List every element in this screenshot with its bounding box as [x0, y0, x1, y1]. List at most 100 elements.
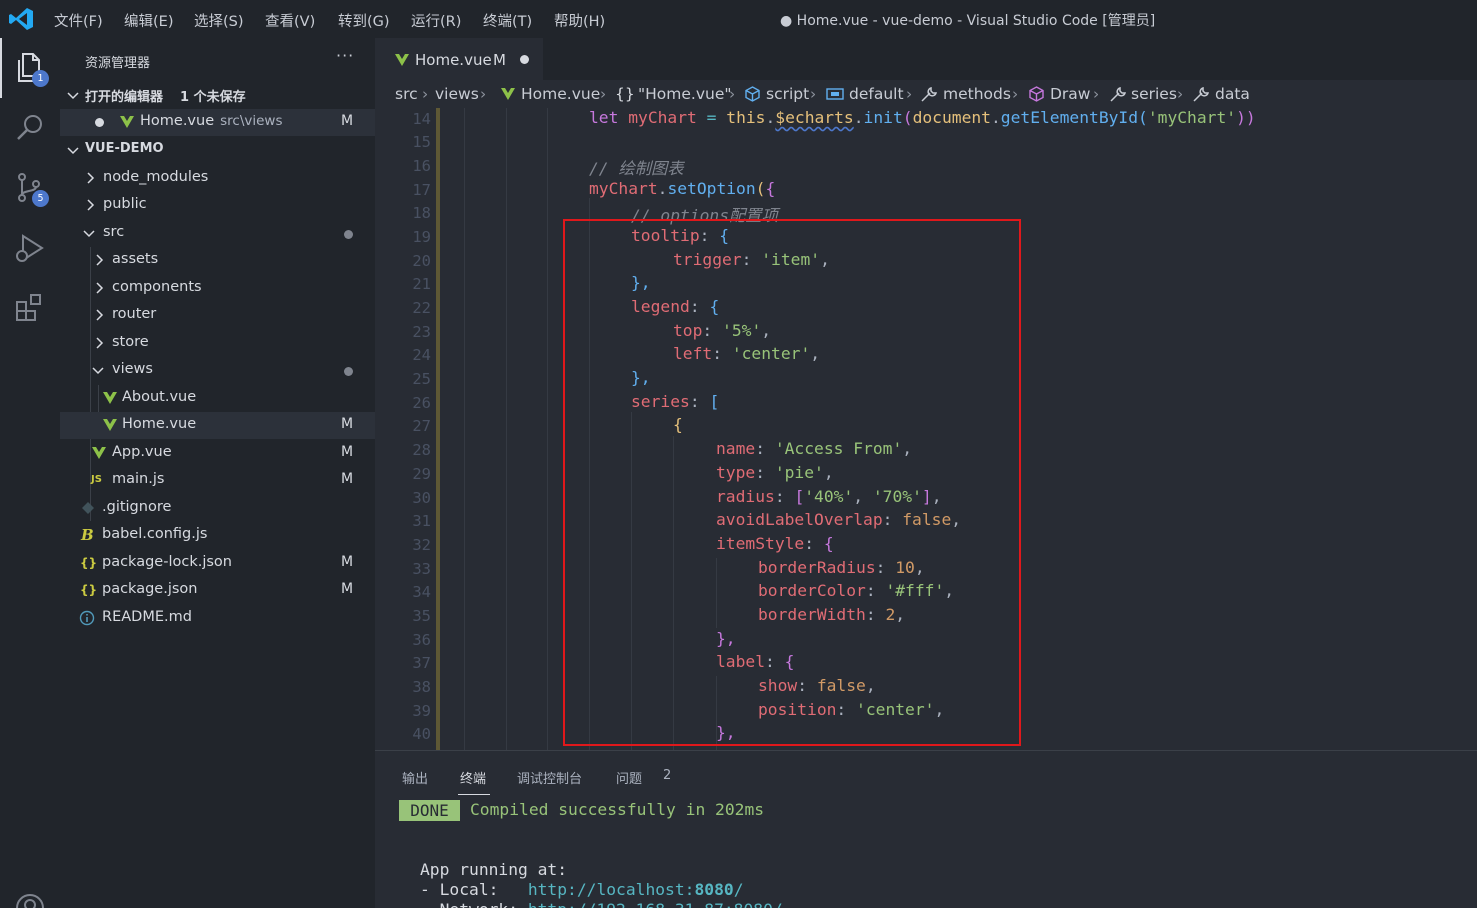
wrench-icon [921, 86, 938, 102]
tree-label: Home.vue [122, 416, 197, 432]
indent-guide [506, 108, 507, 750]
tree-folder-views[interactable]: views [60, 357, 375, 384]
tree-label: babel.config.js [102, 526, 208, 542]
local-port[interactable]: 8080 [694, 880, 733, 899]
project-header: VUE-DEMO [85, 141, 164, 156]
chevron-right-icon [96, 337, 104, 349]
menu-help[interactable]: 帮助(H) [554, 10, 605, 31]
activity-search[interactable] [0, 98, 60, 158]
tree-folder-public[interactable]: public [60, 192, 375, 219]
cube-icon [1029, 86, 1044, 102]
tree-file-gitignore[interactable]: .gitignore [60, 495, 375, 522]
activity-run-debug[interactable] [0, 218, 60, 278]
chevron-right-icon: › [906, 85, 913, 103]
network-label: - Network: [420, 900, 528, 908]
breadcrumb-default[interactable]: default [849, 85, 904, 103]
breadcrumb-draw[interactable]: Draw [1050, 85, 1090, 103]
breadcrumb-methods[interactable]: methods [943, 85, 1011, 103]
code-line-17: myChart.setOption({ [589, 179, 776, 198]
line-number: 19 [412, 228, 431, 246]
activity-explorer[interactable]: 1 [0, 38, 60, 98]
activity-extensions[interactable] [0, 278, 60, 338]
modified-marker: M [341, 581, 354, 597]
project-section[interactable]: VUE-DEMO [60, 137, 375, 164]
unsaved-dot-icon[interactable] [520, 55, 529, 64]
menu-go[interactable]: 转到(G) [338, 10, 390, 31]
network-url[interactable]: http://192.168.31.87:8080/ [528, 900, 783, 908]
panel-tab-debug-console[interactable]: 调试控制台 [517, 768, 582, 787]
tree-folder-node-modules[interactable]: node_modules [60, 165, 375, 192]
breadcrumb-module[interactable]: "Home.vue" [638, 85, 732, 103]
open-editor-item[interactable]: Home.vue src\views M [60, 109, 375, 136]
breadcrumb-script[interactable]: script [766, 85, 809, 103]
tree-file-main-js[interactable]: JS main.js M [60, 467, 375, 494]
line-number: 37 [412, 654, 431, 672]
vscode-logo-icon [9, 8, 33, 30]
tree-file-readme[interactable]: README.md [60, 605, 375, 632]
menu-selection[interactable]: 选择(S) [194, 10, 244, 31]
run-debug-icon [16, 234, 44, 262]
chevron-down-icon [67, 147, 79, 155]
local-url[interactable]: http://localhost: [528, 880, 695, 899]
activity-accounts[interactable] [0, 878, 60, 908]
tree-file-about-vue[interactable]: About.vue [60, 385, 375, 412]
breadcrumb-views[interactable]: views [435, 85, 479, 103]
code-line-40: }, [716, 723, 736, 742]
modified-dot-icon [344, 230, 353, 239]
modified-marker: M [341, 471, 354, 487]
tab-modified-marker: M [493, 51, 506, 69]
explorer-title: 资源管理器 [85, 56, 151, 71]
panel-tab-output[interactable]: 输出 [402, 768, 428, 787]
chevron-right-icon [87, 172, 95, 184]
line-number: 30 [412, 489, 431, 507]
chevron-right-icon [96, 254, 104, 266]
menu-file[interactable]: 文件(F) [54, 10, 103, 31]
more-actions-button[interactable]: ··· [336, 46, 354, 65]
tree-folder-assets[interactable]: assets [60, 247, 375, 274]
tree-folder-store[interactable]: store [60, 330, 375, 357]
code-line-27: { [673, 415, 683, 434]
explorer-sidebar: 资源管理器 ··· 打开的编辑器 1 个未保存 Home.vue src\view… [60, 38, 375, 908]
modified-dot-icon [344, 367, 353, 376]
activity-source-control[interactable]: 5 [0, 158, 60, 218]
breadcrumb-home-vue[interactable]: Home.vue [521, 85, 600, 103]
code-editor[interactable]: 14 15 16 17 18 19 20 21 22 23 24 25 26 2… [375, 108, 1477, 750]
line-number: 39 [412, 702, 431, 720]
tree-file-home-vue[interactable]: Home.vue M [60, 412, 375, 439]
modified-gutter-indicator [436, 108, 440, 750]
active-tab-indicator [458, 794, 490, 795]
tree-folder-src[interactable]: src [60, 220, 375, 247]
chevron-right-icon [96, 282, 104, 294]
line-number: 38 [412, 678, 431, 696]
chevron-right-icon: › [1093, 85, 1100, 103]
tree-folder-router[interactable]: router [60, 302, 375, 329]
tab-label: Home.vue [415, 51, 492, 69]
done-badge: DONE [399, 800, 460, 821]
tree-folder-components[interactable]: components [60, 275, 375, 302]
chevron-right-icon: › [1012, 85, 1019, 103]
breadcrumb-data[interactable]: data [1215, 85, 1250, 103]
open-editors-section[interactable]: 打开的编辑器 1 个未保存 [60, 82, 375, 109]
tab-home-vue[interactable]: Home.vue M [375, 38, 543, 80]
menu-view[interactable]: 查看(V) [265, 10, 315, 31]
breadcrumb-src[interactable]: src [395, 85, 418, 103]
babel-file-icon: B [81, 526, 94, 544]
tree-file-package-lock[interactable]: {} package-lock.json M [60, 550, 375, 577]
menu-edit[interactable]: 编辑(E) [124, 10, 173, 31]
panel-tab-problems[interactable]: 问题 [616, 768, 642, 787]
breadcrumb-series[interactable]: series [1131, 85, 1177, 103]
tree-file-app-vue[interactable]: App.vue M [60, 440, 375, 467]
code-comment: // options配置项 [631, 206, 778, 225]
menu-terminal[interactable]: 终端(T) [483, 10, 532, 31]
menu-run[interactable]: 运行(R) [411, 10, 461, 31]
tree-file-babel-config[interactable]: B babel.config.js [60, 522, 375, 549]
panel-tab-terminal[interactable]: 终端 [460, 768, 486, 787]
compiled-message: Compiled successfully in 202ms [470, 800, 765, 819]
line-number: 17 [412, 181, 431, 199]
line-number: 31 [412, 512, 431, 530]
chevron-right-icon [96, 309, 104, 321]
code-line-25: }, [631, 368, 651, 387]
indent-guide [464, 108, 465, 750]
tree-file-package-json[interactable]: {} package.json M [60, 577, 375, 604]
local-slash[interactable]: / [734, 880, 744, 899]
